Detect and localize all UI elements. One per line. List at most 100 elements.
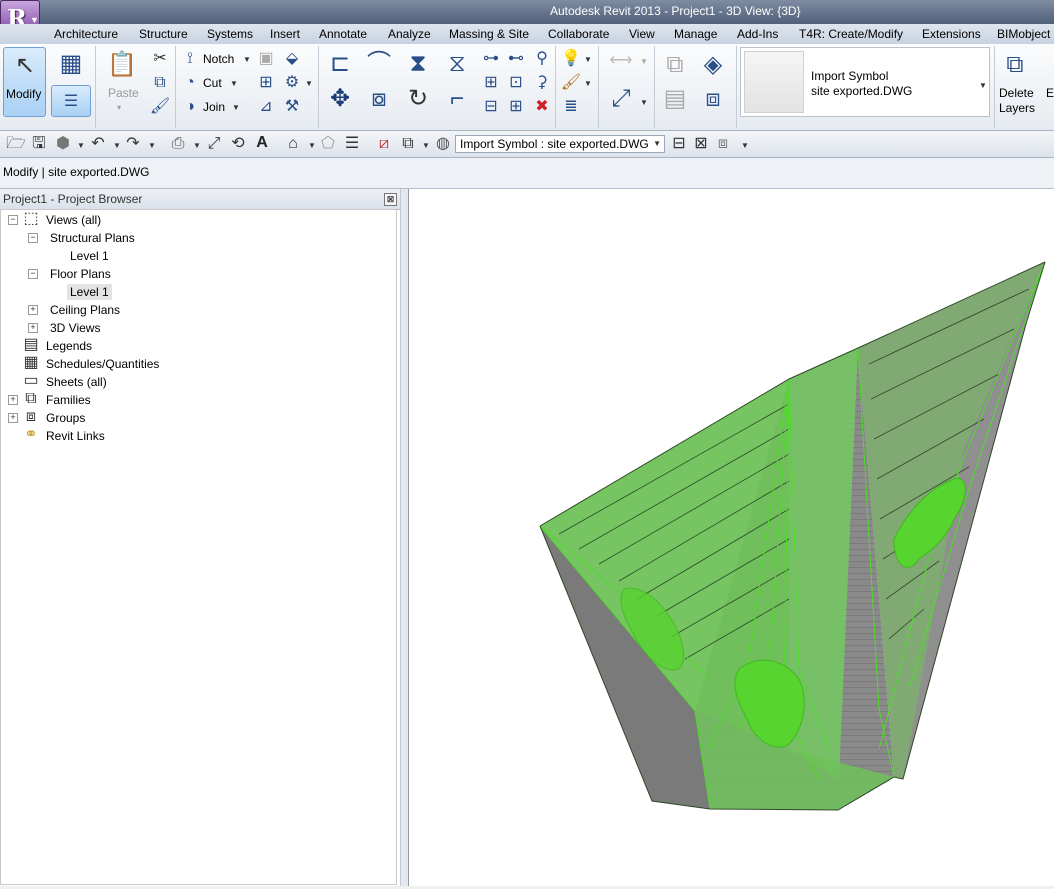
- create-assembly-icon[interactable]: ⧈: [697, 84, 729, 114]
- panel-splitter[interactable]: [400, 189, 409, 886]
- type-properties-button[interactable]: ☰: [51, 85, 91, 117]
- tab-bimobject[interactable]: BIMobject: [997, 27, 1050, 41]
- align-icon[interactable]: ⊏: [325, 50, 355, 78]
- tab-structure[interactable]: Structure: [139, 27, 188, 41]
- join-geometry-icon[interactable]: ◑: [181, 98, 199, 116]
- chevron-down-icon[interactable]: ▼: [308, 141, 316, 150]
- close-hidden-windows-icon[interactable]: ⧄: [376, 136, 392, 152]
- join-label[interactable]: Join: [203, 100, 225, 114]
- split-element-icon[interactable]: ⊶: [482, 50, 500, 68]
- mirror-draw-axis-icon[interactable]: ⧖: [441, 50, 473, 78]
- collapse-toggle[interactable]: −: [28, 269, 38, 279]
- thin-lines-icon[interactable]: ☰: [344, 136, 360, 152]
- offset-icon[interactable]: ⌒: [363, 50, 395, 78]
- tab-extensions[interactable]: Extensions: [922, 27, 981, 41]
- tab-collaborate[interactable]: Collaborate: [548, 27, 609, 41]
- 3d-view-canvas[interactable]: [409, 189, 1054, 886]
- delete-layers-label-2[interactable]: Layers: [999, 101, 1035, 115]
- paste-icon[interactable]: 📋: [107, 50, 137, 80]
- chevron-down-icon[interactable]: ▼: [148, 141, 156, 150]
- sync-icon[interactable]: ⬢: [55, 136, 71, 152]
- override-graphics-icon[interactable]: 🖌: [561, 74, 581, 92]
- section-icon[interactable]: ⬠: [320, 136, 336, 152]
- demolish-icon[interactable]: ⚙: [283, 74, 301, 92]
- default-3d-view-icon[interactable]: ⌂: [285, 136, 301, 152]
- paint-icon[interactable]: ⊿: [257, 98, 275, 116]
- collapse-toggle[interactable]: −: [28, 233, 38, 243]
- match-properties-icon[interactable]: 🖌: [150, 98, 170, 116]
- tree-item-revit-links[interactable]: Revit Links: [46, 429, 105, 443]
- trim-single-icon[interactable]: ⊟: [482, 98, 500, 116]
- pin-icon[interactable]: ⚲: [533, 50, 551, 68]
- mirror-pick-axis-icon[interactable]: ⧗: [403, 50, 433, 78]
- chevron-down-icon[interactable]: ▼: [979, 81, 987, 90]
- chevron-down-icon[interactable]: ▼: [230, 79, 238, 88]
- save-icon[interactable]: 🖫: [31, 136, 47, 152]
- select-links-icon[interactable]: ⊠: [693, 136, 709, 152]
- tree-item-groups[interactable]: Groups: [46, 411, 85, 425]
- trim-extend-icon[interactable]: ⌐: [441, 84, 473, 114]
- wall-joins-icon[interactable]: ▣: [257, 50, 275, 68]
- expand-toggle[interactable]: +: [8, 413, 18, 423]
- collapse-toggle[interactable]: −: [8, 215, 18, 225]
- tree-item-sheets-all[interactable]: Sheets (all): [46, 375, 107, 389]
- open-folder-icon[interactable]: 🗁: [6, 136, 26, 152]
- array-icon[interactable]: ⊞: [482, 74, 500, 92]
- customize-qat-icon[interactable]: ▼: [741, 141, 749, 150]
- chevron-down-icon[interactable]: ▼: [232, 103, 240, 112]
- tree-item-floor-level-1[interactable]: Level 1: [67, 284, 112, 300]
- print-icon[interactable]: ⎙: [170, 136, 186, 152]
- dimension-icon[interactable]: ⟲: [230, 136, 246, 152]
- cope-icon[interactable]: ⬙: [283, 50, 301, 68]
- modify-button[interactable]: ↖ Modify: [3, 47, 46, 117]
- tab-systems[interactable]: Systems: [207, 27, 253, 41]
- truncated-tool-label[interactable]: E: [1046, 86, 1054, 100]
- undo-icon[interactable]: ↶: [90, 136, 106, 152]
- tree-item-families[interactable]: Families: [46, 393, 91, 407]
- measure-qat-icon[interactable]: ⤢: [206, 136, 222, 152]
- chevron-down-icon[interactable]: ▼: [193, 141, 201, 150]
- chevron-down-icon[interactable]: ▼: [77, 141, 85, 150]
- properties-icon[interactable]: ▦: [55, 48, 87, 80]
- expand-toggle[interactable]: +: [28, 305, 38, 315]
- cut-label[interactable]: Cut: [203, 76, 222, 90]
- close-icon[interactable]: ⊠: [384, 193, 397, 206]
- tree-item-legends[interactable]: Legends: [46, 339, 92, 353]
- delete-icon[interactable]: ✖: [533, 98, 551, 116]
- unpin-icon[interactable]: ⚳: [533, 74, 551, 92]
- rotate-icon[interactable]: ↻: [403, 84, 433, 114]
- tree-item-floor-plans[interactable]: Floor Plans: [50, 267, 111, 281]
- tree-item-views-all[interactable]: Views (all): [46, 213, 101, 227]
- type-selector-dropdown[interactable]: Import Symbol : site exported.DWG ▼: [455, 135, 665, 153]
- split-face-icon[interactable]: ⊞: [257, 74, 275, 92]
- tab-massing-site[interactable]: Massing & Site: [449, 27, 529, 41]
- measure-icon[interactable]: ⤢: [605, 84, 637, 114]
- tree-item-ceiling-plans[interactable]: Ceiling Plans: [50, 303, 120, 317]
- chevron-down-icon[interactable]: ▼: [640, 57, 648, 66]
- trim-multiple-icon[interactable]: ⊞: [507, 98, 525, 116]
- split-gap-icon[interactable]: ⊷: [507, 50, 525, 68]
- tab-view[interactable]: View: [629, 27, 655, 41]
- tab-annotate[interactable]: Annotate: [319, 27, 367, 41]
- notch-icon[interactable]: ⟟: [181, 50, 199, 68]
- cut-geometry-icon[interactable]: ◔: [181, 74, 199, 92]
- tab-add-ins[interactable]: Add-Ins: [737, 27, 778, 41]
- chevron-down-icon[interactable]: ▼: [584, 79, 592, 88]
- delete-layers-icon[interactable]: ⧉: [1000, 50, 1030, 80]
- tree-item-schedules-quantities[interactable]: Schedules/Quantities: [46, 357, 159, 371]
- copy-icon[interactable]: ⧇: [363, 84, 395, 114]
- tile-icon[interactable]: ⊟: [671, 136, 687, 152]
- tab-insert[interactable]: Insert: [270, 27, 300, 41]
- cut-scissors-icon[interactable]: ✂: [151, 50, 169, 68]
- create-similar-icon[interactable]: ◈: [697, 50, 729, 80]
- copy-clipboard-icon[interactable]: ⧉: [151, 74, 169, 92]
- tree-item-structural-plans[interactable]: Structural Plans: [50, 231, 135, 245]
- linework-icon[interactable]: ≣: [562, 98, 580, 116]
- chevron-down-icon[interactable]: ▼: [640, 98, 648, 107]
- delete-layers-label-1[interactable]: Delete: [999, 86, 1034, 100]
- type-selector[interactable]: Import Symbol site exported.DWG ▼: [740, 47, 990, 117]
- create-parts-icon[interactable]: ▤: [660, 84, 690, 114]
- select-pinned-icon[interactable]: ⧈: [715, 136, 731, 152]
- tab-architecture[interactable]: Architecture: [54, 27, 118, 41]
- chevron-down-icon[interactable]: ▼: [113, 141, 121, 150]
